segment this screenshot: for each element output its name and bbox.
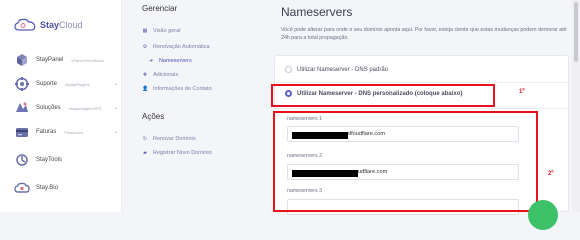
menu-item-contact-info[interactable]: 👤 Informações de Contato (142, 86, 212, 92)
menu-item-label: Renovação Automática (153, 44, 210, 50)
sidebar-item-solucoes[interactable]: Soluções Hospedagem/VPS ⌄ (14, 100, 118, 116)
server-icon (17, 54, 27, 66)
sidebar-item-label: Stay.Bio (36, 185, 58, 191)
sidebar-item-tag: Financeiro (64, 129, 84, 135)
menu-item-label: Visão geral (153, 28, 181, 34)
sidebar-item-label: Faturas (36, 129, 57, 135)
menu-item-nameservers[interactable]: ➜ Nameservers (148, 58, 192, 64)
chevron-down-icon: ⌄ (113, 81, 118, 87)
grid-icon: ▦ (142, 28, 148, 34)
divider (275, 82, 570, 83)
menu-item-register-domain[interactable]: ▰ Registrar Novo Domínio (142, 150, 212, 156)
sidebar-item-tag: Hospedagem/VPS (68, 105, 102, 111)
sidebar-item-staytools[interactable]: StayTools (14, 152, 118, 168)
support-icon (15, 77, 29, 91)
annotation-box-1 (271, 84, 495, 107)
sidebar-item-staypanel[interactable]: StayPanel cPanel/Servidores (14, 52, 118, 68)
brand-name-light: Cloud (59, 20, 83, 30)
sidebar-item-label: Soluções (36, 105, 61, 111)
plus-icon: ✚ (142, 72, 148, 78)
brand-name-bold: Stay (40, 20, 60, 30)
scrollbar-thumb[interactable] (574, 2, 578, 62)
gear-icon: ⚙ (142, 44, 148, 50)
menu-item-overview[interactable]: ▦ Visão geral (142, 28, 181, 34)
menu-item-label: Informações de Contato (153, 86, 212, 92)
cloud-logo-icon (14, 18, 36, 31)
menu-item-addons[interactable]: ✚ Adicionais (142, 72, 178, 78)
invoice-icon (16, 128, 28, 137)
option-default-dns[interactable]: Utilizar Nameserver - DNS padrão (285, 66, 388, 73)
chevron-down-icon: ⌄ (113, 105, 118, 111)
annotation-box-2 (273, 111, 538, 212)
sidebar-item-label: Suporte (36, 81, 58, 87)
sidebar-item-staybio[interactable]: Stay.Bio (14, 180, 118, 196)
sidebar-item-suporte[interactable]: Suporte Ajuda/Plugins ⌄ (14, 76, 118, 92)
domain-menu: Gerenciar ▦ Visão geral ⚙ Renovação Auto… (122, 0, 272, 212)
menu-item-label: Adicionais (153, 72, 179, 78)
tag-icon: ▰ (143, 150, 147, 156)
bio-icon (14, 182, 30, 193)
annotation-label-1: 1º (519, 89, 525, 95)
manage-title: Gerenciar (142, 4, 178, 13)
sidebar-item-faturas[interactable]: Faturas Financeiro ⌄ (14, 124, 118, 140)
divider (275, 108, 570, 109)
solutions-icon (16, 102, 28, 112)
menu-item-label: Nameservers (159, 58, 192, 64)
menu-item-label: Renovar Domínio (153, 136, 196, 142)
chat-bubble-icon[interactable] (528, 200, 558, 230)
tools-icon (16, 154, 28, 166)
sidebar-item-tag: Ajuda/Plugins (65, 81, 90, 87)
chevron-down-icon: ⌄ (113, 129, 118, 135)
sidebar-item-label: StayTools (36, 157, 63, 163)
page-description: Você pode alterar para onde o seu domíni… (281, 27, 567, 41)
refresh-icon: ↻ (142, 136, 148, 142)
sidebar-item-label: StayPanel (36, 57, 64, 63)
menu-item-label: Registrar Novo Domínio (153, 150, 212, 156)
actions-title: Ações (142, 112, 165, 121)
brand-logo[interactable]: StayCloud (14, 18, 83, 32)
sidebar-item-tag: cPanel/Servidores (71, 57, 104, 63)
radio-default-dns[interactable] (285, 66, 292, 73)
brand-name: StayCloud (40, 20, 83, 30)
option-label: Utilizar Nameserver - DNS padrão (297, 66, 389, 73)
menu-item-renew-domain[interactable]: ↻ Renovar Domínio (142, 136, 196, 142)
arrow-right-icon: ➜ (148, 58, 154, 64)
page-title: Nameservers (281, 5, 353, 19)
left-sidebar: StayCloud StayPanel cPanel/Servidores Su… (0, 0, 122, 212)
menu-item-auto-renew[interactable]: ⚙ Renovação Automática (142, 44, 210, 50)
user-icon: 👤 (142, 86, 149, 92)
annotation-label-2: 2º (548, 171, 554, 177)
